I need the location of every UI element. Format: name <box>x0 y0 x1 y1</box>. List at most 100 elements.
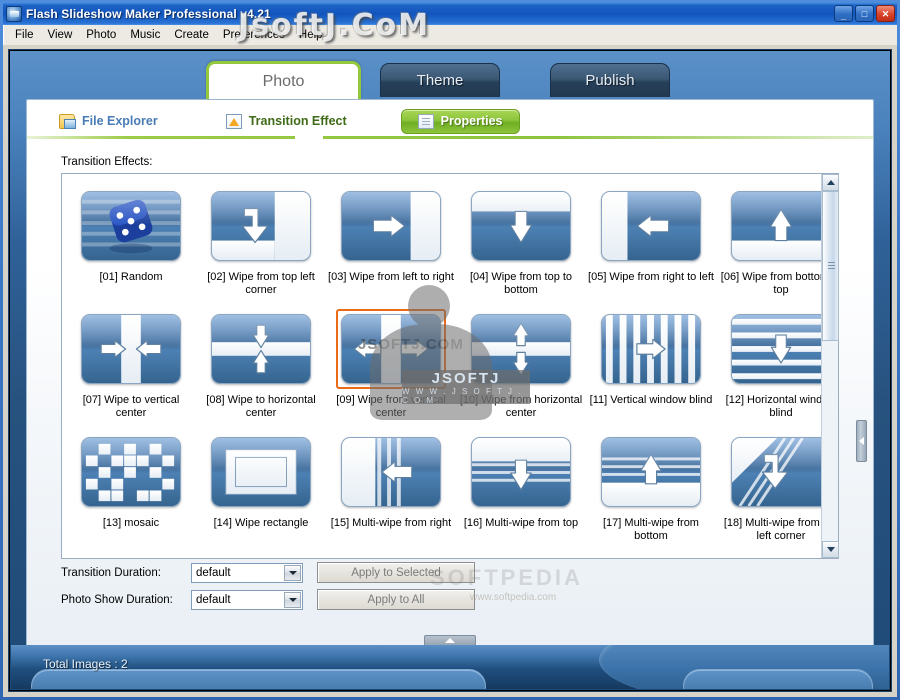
apply-to-selected-button[interactable]: Apply to Selected <box>317 562 475 583</box>
total-images-status: Total Images : 2 <box>43 657 128 671</box>
effect-label: [15] Multi-wipe from right <box>330 517 452 529</box>
tab-photo[interactable]: Photo <box>206 61 361 99</box>
effect-item-18[interactable]: [18] Multi-wipe from top left corner <box>716 428 821 549</box>
effect-item-partial[interactable] <box>66 551 196 558</box>
menu-help[interactable]: Help <box>292 27 330 43</box>
scrollbar-grip-icon <box>828 262 835 270</box>
effect-item-17[interactable]: [17] Multi-wipe from bottom <box>586 428 716 549</box>
minimize-button[interactable]: _ <box>834 5 853 22</box>
minimize-icon: _ <box>840 11 846 21</box>
effect-item-partial[interactable] <box>196 551 326 558</box>
effect-thumbnail-frame <box>726 555 821 558</box>
effect-label: [05] Wipe from right to left <box>588 271 714 283</box>
effect-label: [14] Wipe rectangle <box>213 517 309 529</box>
photo-show-duration-value: default <box>196 593 231 606</box>
menu-music[interactable]: Music <box>123 27 167 43</box>
watermark-box-line2: W W W . J S O F T J . C O M <box>402 386 523 405</box>
effect-thumbnail-06 <box>731 191 821 261</box>
effects-grid: [01] Random [02] Wipe from top left corn… <box>62 174 821 558</box>
sub-tab-file-explorer-label: File Explorer <box>82 114 158 128</box>
effect-thumbnail-frame <box>466 555 576 558</box>
effect-item-06[interactable]: [06] Wipe from bottom to top <box>716 182 821 303</box>
application-window: Flash Slideshow Maker Professional v4.21… <box>0 0 900 700</box>
effects-vertical-scrollbar[interactable] <box>821 174 839 558</box>
effect-item-05[interactable]: [05] Wipe from right to left <box>586 182 716 303</box>
effect-item-14[interactable]: [14] Wipe rectangle <box>196 428 326 549</box>
effect-thumbnail-frame <box>596 555 706 558</box>
menu-file[interactable]: File <box>8 27 41 43</box>
maximize-icon: □ <box>861 9 868 19</box>
effect-thumbnail-frame <box>336 432 446 512</box>
effect-item-09[interactable]: [09] Wipe from vertical center <box>326 305 456 426</box>
effect-thumbnail-frame <box>76 309 186 389</box>
sub-tab-underline <box>27 136 873 139</box>
effect-item-08[interactable]: [08] Wipe to horizontal center <box>196 305 326 426</box>
effect-thumbnail-frame <box>466 186 576 266</box>
effect-thumbnail-frame <box>336 186 446 266</box>
collapse-right-handle[interactable] <box>856 420 867 462</box>
triangle-left-icon <box>859 437 864 445</box>
effect-item-partial[interactable] <box>326 551 456 558</box>
section-label: Transition Effects: <box>61 156 153 168</box>
scrollbar-track[interactable] <box>822 191 839 541</box>
menu-view[interactable]: View <box>41 27 80 43</box>
effect-thumbnail-frame <box>466 432 576 512</box>
photo-show-duration-row: Photo Show Duration: default Apply to Al… <box>61 586 839 613</box>
effect-thumbnail-frame <box>336 555 446 558</box>
effect-label: [07] Wipe to vertical center <box>82 394 180 419</box>
effect-item-11[interactable]: [11] Vertical window blind <box>586 305 716 426</box>
chevron-down-icon[interactable] <box>284 564 301 581</box>
tab-publish[interactable]: Publish <box>550 63 670 97</box>
sub-tab-file-explorer[interactable]: File Explorer <box>47 110 170 133</box>
apply-to-all-button[interactable]: Apply to All <box>317 589 475 610</box>
effect-item-partial[interactable] <box>456 551 586 558</box>
sub-tab-properties-label: Properties <box>440 114 503 128</box>
effect-item-16[interactable]: [16] Multi-wipe from top <box>456 428 586 549</box>
effect-item-13[interactable]: [13] mosaic <box>66 428 196 549</box>
effect-item-02[interactable]: [02] Wipe from top left corner <box>196 182 326 303</box>
chevron-down-icon[interactable] <box>284 591 301 608</box>
effect-label: [17] Multi-wipe from bottom <box>603 517 699 542</box>
sub-tab-properties[interactable]: Properties <box>400 108 520 134</box>
effect-label: [11] Vertical window blind <box>589 394 713 406</box>
menu-preferences[interactable]: Preferences <box>216 27 292 43</box>
effect-thumbnail-12 <box>731 314 821 384</box>
effect-thumbnail-frame <box>206 432 316 512</box>
transition-duration-select[interactable]: default <box>191 562 303 583</box>
scrollbar-thumb[interactable] <box>822 191 839 341</box>
sub-tab-transition-effect[interactable]: Transition Effect <box>214 110 359 133</box>
scroll-up-button[interactable] <box>822 174 839 191</box>
folder-picture-icon <box>59 113 76 129</box>
title-bar: Flash Slideshow Maker Professional v4.21… <box>3 3 897 25</box>
menu-create[interactable]: Create <box>167 27 216 43</box>
effect-item-04[interactable]: [04] Wipe from top to bottom <box>456 182 586 303</box>
effect-item-01[interactable]: [01] Random <box>66 182 196 303</box>
effect-thumbnail-frame <box>206 555 316 558</box>
tab-theme[interactable]: Theme <box>380 63 500 97</box>
window-title: Flash Slideshow Maker Professional v4.21 <box>26 7 271 21</box>
effect-thumbnail-05 <box>601 191 701 261</box>
effect-item-partial[interactable] <box>586 551 716 558</box>
effect-item-10[interactable]: [10] Wipe from horizontal center <box>456 305 586 426</box>
effect-thumbnail-14 <box>211 437 311 507</box>
effects-grid-scroll[interactable]: [01] Random [02] Wipe from top left corn… <box>62 174 821 558</box>
effect-thumbnail-frame <box>206 309 316 389</box>
effect-label: [02] Wipe from top left corner <box>207 271 315 296</box>
effect-item-12[interactable]: [12] Horizontal window blind <box>716 305 821 426</box>
close-button[interactable]: ✕ <box>876 5 895 22</box>
effect-item-15[interactable]: [15] Multi-wipe from right <box>326 428 456 549</box>
photo-show-duration-select[interactable]: default <box>191 589 303 610</box>
maximize-button[interactable]: □ <box>855 5 874 22</box>
effect-item-03[interactable]: [03] Wipe from left to right <box>326 182 456 303</box>
effect-label: [18] Multi-wipe from top left corner <box>723 517 821 542</box>
effect-thumbnail-13 <box>81 437 181 507</box>
effect-item-07[interactable]: [07] Wipe to vertical center <box>66 305 196 426</box>
scroll-down-button[interactable] <box>822 541 839 558</box>
close-icon: ✕ <box>881 9 890 19</box>
effect-thumbnail-frame <box>206 186 316 266</box>
effect-label: [01] Random <box>99 271 163 283</box>
effect-label: [04] Wipe from top to bottom <box>469 271 573 296</box>
menu-photo[interactable]: Photo <box>79 27 123 43</box>
effect-label: [06] Wipe from bottom to top <box>720 271 821 296</box>
effect-item-partial[interactable] <box>716 551 821 558</box>
